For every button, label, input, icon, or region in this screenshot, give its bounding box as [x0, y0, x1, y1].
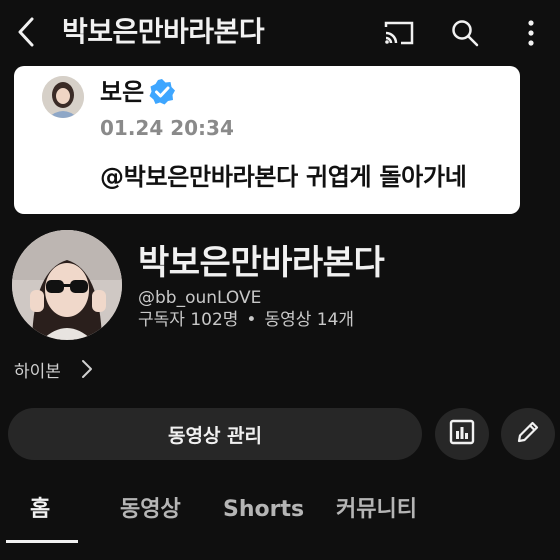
chevron-right-icon — [81, 359, 93, 379]
page-title: 박보은만바라본다 — [62, 15, 265, 48]
channel-avatar[interactable] — [12, 230, 122, 340]
cast-icon[interactable] — [382, 16, 416, 50]
analytics-button[interactable] — [435, 408, 489, 460]
comment-text: @박보은만바라본다 귀엽게 돌아가네 — [100, 163, 467, 191]
top-app-bar: 박보은만바라본다 — [0, 0, 560, 64]
channel-handle: @bb_ounLOVE — [138, 288, 262, 308]
manage-videos-button[interactable]: 동영상 관리 — [8, 408, 422, 460]
tab-home[interactable]: 홈 — [30, 494, 50, 526]
chevron-left-icon[interactable] — [10, 14, 42, 50]
comment-banner[interactable]: 보은 01.24 20:34 @박보은만바라본다 귀엽게 돌아가네 文 — [14, 66, 520, 214]
analytics-icon — [449, 419, 475, 449]
subscriber-count: 구독자 102명 — [138, 310, 239, 330]
channel-tabs: 홈 동영상 Shorts 커뮤니티 — [0, 486, 560, 546]
channel-stats: 구독자 102명 • 동영상 14개 — [138, 308, 354, 332]
edit-channel-button[interactable] — [501, 408, 555, 460]
tab-community[interactable]: 커뮤니티 — [336, 494, 417, 526]
verified-badge-icon — [148, 78, 176, 106]
pencil-icon — [515, 419, 541, 449]
channel-link-row[interactable]: 하이본 — [14, 354, 93, 384]
channel-name: 박보은만바라본다 — [138, 243, 385, 283]
tab-videos[interactable]: 동영상 — [120, 494, 181, 526]
channel-link-label: 하이본 — [14, 361, 61, 382]
stats-separator: • — [246, 310, 257, 330]
search-icon[interactable] — [448, 16, 482, 50]
active-tab-indicator — [6, 540, 78, 543]
more-vertical-icon[interactable] — [514, 16, 548, 50]
tab-shorts[interactable]: Shorts — [223, 494, 304, 526]
comment-timestamp: 01.24 20:34 — [100, 116, 234, 140]
commenter-name: 보은 — [100, 78, 145, 106]
commenter-avatar — [42, 76, 84, 118]
video-count: 동영상 14개 — [264, 310, 355, 330]
